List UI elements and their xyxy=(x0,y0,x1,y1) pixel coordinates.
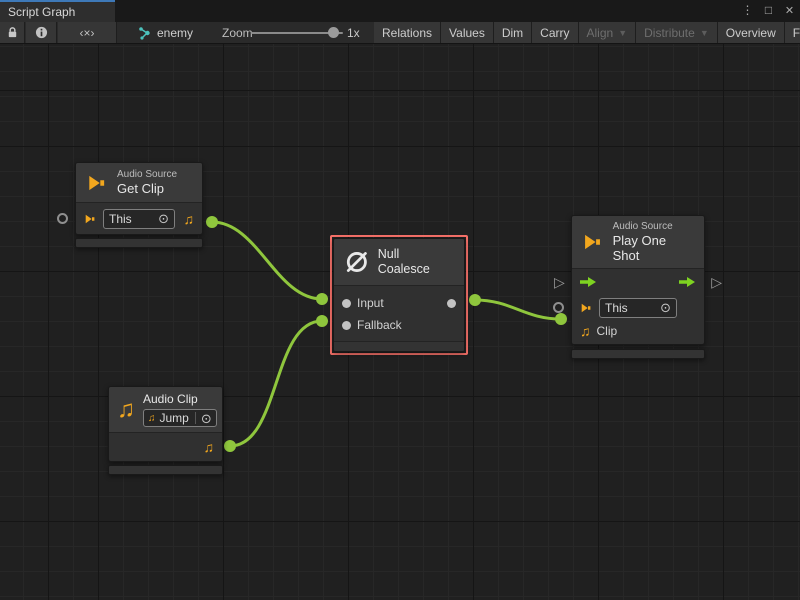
flow-output-triangle[interactable]: ▷ xyxy=(711,275,722,289)
port-dot-nc-out[interactable] xyxy=(469,294,481,306)
node-get-clip[interactable]: Audio Source Get Clip This ⊙ ♫ xyxy=(75,162,203,248)
chevron-down-icon: ▼ xyxy=(618,28,627,38)
node-title: Get Clip xyxy=(117,181,177,196)
flow-input-triangle[interactable]: ▷ xyxy=(554,275,565,289)
port-row-fallback: Fallback xyxy=(334,314,464,336)
port-dot-playoneshot-clip[interactable] xyxy=(555,313,567,325)
node-null-coalesce[interactable]: Null Coalesce Input Fallback xyxy=(330,235,468,355)
null-coalesce-icon xyxy=(344,249,370,275)
node-footer xyxy=(334,341,464,351)
node-title: Audio Clip xyxy=(143,392,217,407)
carry-button[interactable]: Carry xyxy=(532,22,578,43)
graph-canvas[interactable]: Audio Source Get Clip This ⊙ ♫ xyxy=(0,44,800,600)
node-footer xyxy=(108,465,223,475)
port-row-input: Input xyxy=(334,292,464,314)
node-title: Null Coalesce xyxy=(378,247,454,277)
object-picker-icon[interactable]: ⊙ xyxy=(158,212,169,225)
code-view-icon: ‹×› xyxy=(80,26,95,40)
overview-button[interactable]: Overview xyxy=(718,22,785,43)
fallback-port[interactable] xyxy=(342,321,351,330)
port-row-output: ♫ xyxy=(109,433,222,461)
align-dropdown[interactable]: Align ▼ xyxy=(579,22,637,43)
node-category: Audio Source xyxy=(613,221,695,233)
port-row-clip: ♫ Clip xyxy=(572,320,704,344)
port-row-this: This ⊙ ♫ xyxy=(76,203,202,234)
audioclip-port-icon[interactable]: ♫ xyxy=(580,323,591,339)
audio-clip-icon: ♫ xyxy=(117,398,135,422)
flow-in-arrow-icon[interactable] xyxy=(580,276,597,288)
port-dot-nc-input[interactable] xyxy=(316,293,328,305)
audio-source-port-icon xyxy=(580,302,593,314)
wire-getclip-to-input[interactable] xyxy=(212,222,322,299)
node-footer xyxy=(571,349,705,359)
dim-button[interactable]: Dim xyxy=(494,22,532,43)
relations-button[interactable]: Relations xyxy=(374,22,441,43)
zoom-label: Zoom xyxy=(222,22,253,43)
wire-audioclip-to-fallback[interactable] xyxy=(230,321,322,446)
values-button[interactable]: Values xyxy=(441,22,494,43)
audio-source-port-icon xyxy=(84,213,97,225)
field-divider xyxy=(195,412,196,424)
tab-title: Script Graph xyxy=(8,5,75,19)
this-object-field[interactable]: This ⊙ xyxy=(103,209,175,229)
node-footer xyxy=(75,238,203,248)
unconnected-port-circle[interactable] xyxy=(57,213,68,224)
maximize-icon[interactable]: □ xyxy=(760,1,777,19)
audio-source-icon xyxy=(85,172,109,194)
graph-toolbar: ‹×› enemy Zoom 1x Relations Values Dim C… xyxy=(0,22,800,44)
tab-bar: Script Graph ⋮ □ ✕ xyxy=(0,0,800,22)
object-picker-icon[interactable]: ⊙ xyxy=(201,412,212,425)
port-dot-nc-fallback[interactable] xyxy=(316,315,328,327)
code-view-button[interactable]: ‹×› xyxy=(58,22,117,43)
info-icon xyxy=(35,26,48,39)
script-graph-icon xyxy=(138,26,152,40)
lock-icon xyxy=(6,26,19,39)
port-row-this: This ⊙ xyxy=(572,295,704,320)
audioclip-mini-icon: ♫ xyxy=(148,413,156,424)
graph-breadcrumb[interactable]: enemy xyxy=(138,22,193,43)
chevron-down-icon: ▼ xyxy=(700,28,709,38)
tab-script-graph[interactable]: Script Graph xyxy=(0,0,115,22)
graph-name-label: enemy xyxy=(157,26,193,40)
object-picker-icon[interactable]: ⊙ xyxy=(660,301,671,314)
unconnected-port-circle[interactable] xyxy=(553,302,564,313)
this-object-field[interactable]: This ⊙ xyxy=(599,298,677,318)
distribute-dropdown[interactable]: Distribute ▼ xyxy=(636,22,718,43)
full-screen-button[interactable]: Full Screen xyxy=(785,22,800,43)
port-row-flow: ▷ ▷ xyxy=(572,269,704,295)
toolbar-buttons: Relations Values Dim Carry Align ▼ Distr… xyxy=(374,22,800,43)
zoom-value: 1x xyxy=(347,22,360,43)
more-options-icon[interactable]: ⋮ xyxy=(739,1,756,19)
inspect-button[interactable] xyxy=(26,22,57,43)
node-category: Audio Source xyxy=(117,169,177,181)
flow-out-arrow-icon[interactable] xyxy=(679,276,696,288)
audioclip-port-icon[interactable]: ♫ xyxy=(184,211,195,227)
zoom-slider-handle[interactable] xyxy=(328,27,339,38)
port-dot-audioclip-out[interactable] xyxy=(224,440,236,452)
port-dot-getclip-out[interactable] xyxy=(206,216,218,228)
wire-output-to-clip[interactable] xyxy=(475,300,561,319)
input-port[interactable] xyxy=(342,299,351,308)
output-port[interactable] xyxy=(447,299,456,308)
node-title: Play One Shot xyxy=(613,233,695,263)
node-play-one-shot[interactable]: Audio Source Play One Shot ▷ ▷ xyxy=(571,215,705,359)
audio-source-icon xyxy=(581,231,605,253)
unity-visual-scripting-window: Script Graph ⋮ □ ✕ ‹×› xyxy=(0,0,800,600)
audio-clip-object-field[interactable]: ♫ Jump ⊙ xyxy=(143,409,217,427)
lock-button[interactable] xyxy=(0,22,25,43)
node-audio-clip[interactable]: ♫ Audio Clip ♫ Jump ⊙ ♫ xyxy=(108,386,223,475)
close-icon[interactable]: ✕ xyxy=(781,1,798,19)
audioclip-port-icon[interactable]: ♫ xyxy=(204,439,215,455)
